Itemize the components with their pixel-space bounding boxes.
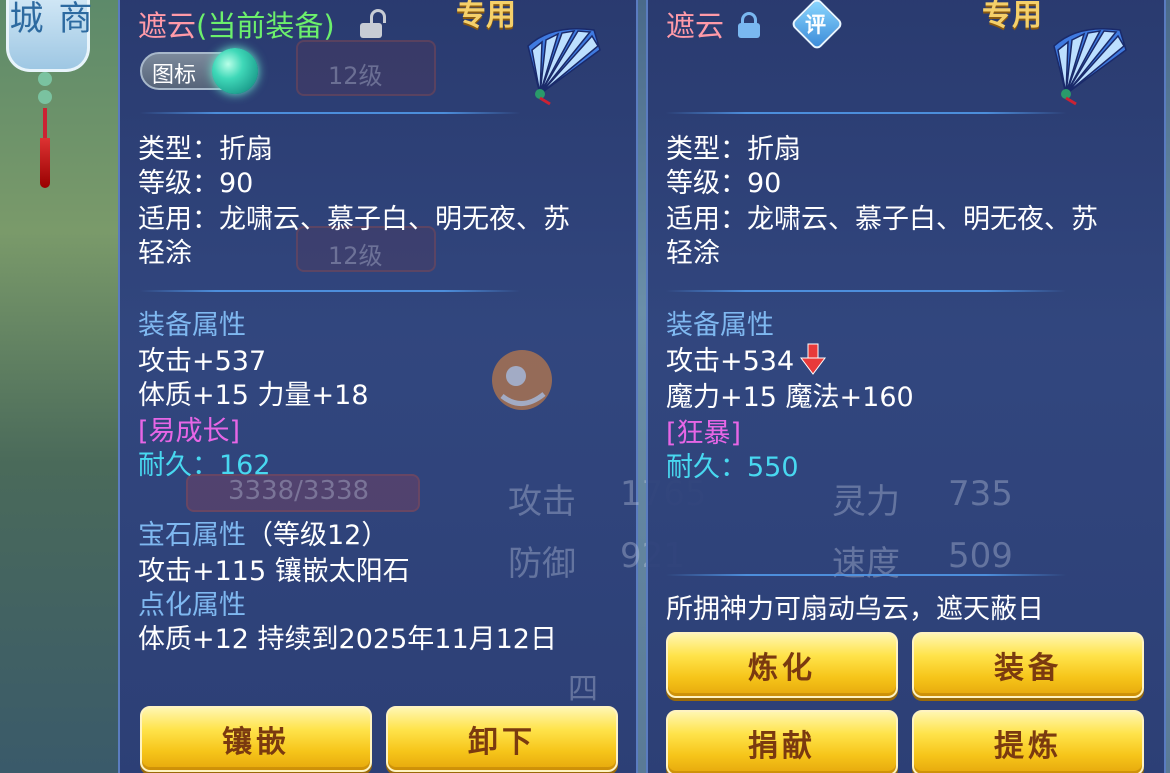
bg-level-label: 12级 — [328, 62, 383, 90]
item-description: 所拥神力可扇动乌云，遮天蔽日 — [666, 594, 1044, 625]
equip-attr-header: 装备属性 — [138, 310, 246, 341]
item-applicable: 适用：龙啸云、慕子白、明无夜、苏 — [666, 204, 1098, 235]
durability: 耐久：550 — [666, 452, 799, 483]
bg-spirit-value: 735 — [948, 474, 1013, 514]
bg-level-label: 12级 — [328, 242, 383, 270]
bg-defense-label: 防御 — [508, 544, 576, 584]
durability: 耐久：162 — [138, 450, 271, 481]
bg-attack-label: 攻击 — [508, 482, 576, 522]
item-applicable: 适用：龙啸云、慕子白、明无夜、苏 — [138, 204, 570, 235]
unlocked-icon[interactable] — [360, 9, 386, 38]
divider — [666, 112, 1066, 114]
locked-icon[interactable] — [738, 12, 760, 38]
game-scene-background — [0, 0, 120, 773]
refine-attr-header: 点化属性 — [138, 590, 246, 621]
divider — [666, 574, 1066, 576]
current-equipped-tag: (当前装备) — [196, 9, 335, 43]
rating-badge-label: 评 — [805, 13, 826, 37]
gem-level: （等级12） — [246, 520, 389, 551]
folding-fan-icon[interactable] — [522, 20, 608, 106]
watermark-logo — [492, 350, 552, 410]
unequip-button[interactable]: 卸下 — [386, 706, 618, 772]
item-level: 等级：90 — [666, 168, 782, 199]
item-name: 遮云 — [138, 9, 197, 43]
gem-attr-line: 宝石属性（等级12） — [138, 520, 388, 552]
smelt-button[interactable]: 炼化 — [666, 632, 898, 698]
compare-item-name: 遮云 — [666, 9, 725, 43]
jade-orb-icon — [212, 48, 258, 94]
equip-attr-header: 装备属性 — [666, 310, 774, 341]
equip-button[interactable]: 装备 — [912, 632, 1144, 698]
bg-tab-four: 四 — [568, 672, 598, 707]
bg-speed-value: 509 — [948, 536, 1013, 576]
folding-fan-icon[interactable] — [1048, 20, 1134, 106]
tassel-decoration — [38, 72, 52, 212]
divider — [140, 290, 520, 292]
mall-button[interactable]: 商城 — [3, 0, 92, 72]
refine-attr: 体质+12 持续到2025年11月12日 — [138, 624, 557, 655]
item-level: 等级：90 — [138, 168, 254, 199]
item-type: 类型：折扇 — [138, 134, 273, 165]
donate-button[interactable]: 捐献 — [666, 710, 898, 773]
gem-attr-header: 宝石属性 — [138, 520, 246, 551]
exclusive-label: 专用 — [456, 0, 516, 33]
icon-toggle-label: 图标 — [152, 63, 197, 88]
special-trait: [易成长] — [138, 416, 241, 447]
bg-speed-label: 速度 — [832, 544, 900, 584]
base-stats: 体质+15 力量+18 — [138, 380, 369, 411]
inlay-button[interactable]: 镶嵌 — [140, 706, 372, 772]
attack-stat: 攻击+537 — [138, 346, 267, 377]
special-trait: [狂暴] — [666, 418, 742, 449]
base-stats: 魔力+15 魔法+160 — [666, 382, 914, 413]
divider — [666, 290, 1066, 292]
bg-spirit-label: 灵力 — [832, 482, 900, 522]
item-type: 类型：折扇 — [666, 134, 801, 165]
item-title: 遮云(当前装备) — [138, 10, 335, 42]
exclusive-label: 专用 — [982, 0, 1042, 33]
icon-toggle[interactable]: 图标 — [140, 48, 258, 94]
extract-button[interactable]: 提炼 — [912, 710, 1144, 773]
gem-attr: 攻击+115 镶嵌太阳石 — [138, 556, 410, 587]
item-applicable-cont: 轻涂 — [138, 238, 192, 269]
mall-label: 商城 — [3, 0, 92, 36]
divider — [140, 112, 520, 114]
item-applicable-cont: 轻涂 — [666, 238, 720, 269]
decrease-arrow-icon — [800, 343, 826, 375]
